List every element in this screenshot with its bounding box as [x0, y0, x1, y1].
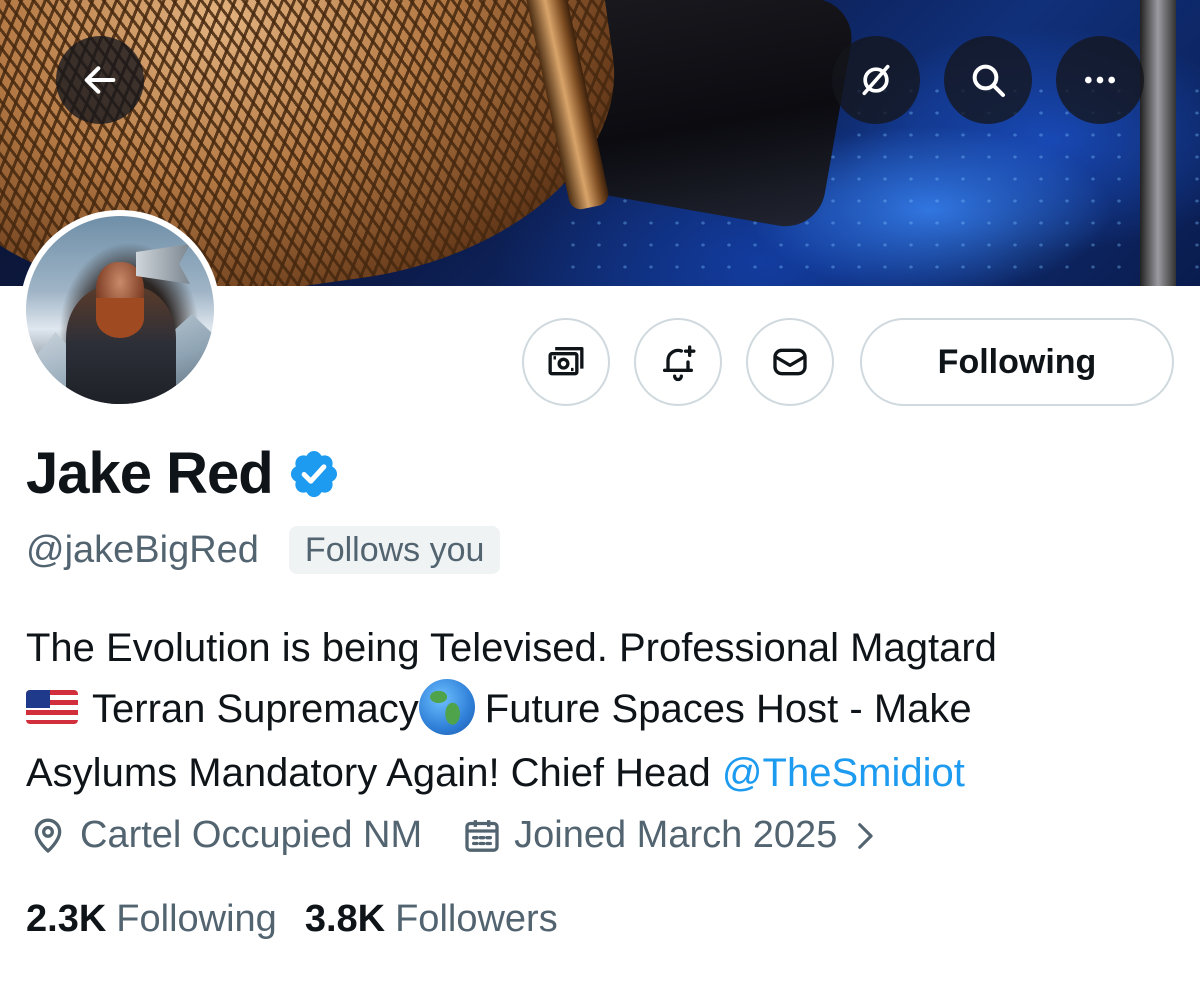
us-flag-emoji	[26, 690, 78, 725]
calendar-icon	[465, 819, 499, 852]
followers-label: Followers	[395, 898, 558, 940]
following-button[interactable]: Following	[860, 318, 1174, 406]
avatar-image	[26, 216, 214, 404]
verified-badge-icon[interactable]	[287, 447, 341, 501]
following-count: 2.3K	[26, 898, 107, 940]
bio-line-2-a: Terran Supremacy	[92, 687, 419, 731]
joined-item[interactable]: Joined March 2025	[462, 814, 881, 857]
followers-stat[interactable]: 3.8K Followers	[305, 898, 558, 941]
grok-button[interactable]	[832, 36, 920, 124]
search-button[interactable]	[944, 36, 1032, 124]
more-button[interactable]	[1056, 36, 1144, 124]
profile-bio: The Evolution is being Televised. Profes…	[26, 618, 1176, 804]
location-text: Cartel Occupied NM	[80, 814, 423, 856]
name-row: Jake Red	[26, 440, 341, 507]
globe-americas-emoji	[418, 679, 475, 736]
profile-avatar[interactable]	[20, 210, 220, 410]
bio-line-1: The Evolution is being Televised. Profes…	[26, 626, 997, 670]
arrow-left-icon	[84, 66, 116, 94]
joined-text: Joined March 2025	[514, 814, 838, 856]
followers-count: 3.8K	[304, 898, 386, 940]
bell-plus-icon	[663, 345, 696, 382]
money-icon	[548, 347, 584, 376]
follows-you-badge: Follows you	[288, 526, 501, 574]
following-button-label: Following	[937, 342, 1097, 381]
bio-line-2-b: Future Spaces Host - Make	[484, 687, 972, 731]
message-button[interactable]	[746, 318, 834, 406]
handle-row: @jakeBigRed Follows you	[26, 526, 501, 574]
search-icon	[972, 64, 1005, 97]
location-item: Cartel Occupied NM	[28, 814, 422, 857]
banner-stand	[1140, 0, 1176, 286]
following-stat[interactable]: 2.3K Following	[26, 898, 277, 941]
bio-line-2: Terran Supremacy Future Spaces Host - Mak…	[26, 679, 1176, 743]
bio-line-3-text: Asylums Mandatory Again! Chief Head	[26, 751, 722, 796]
bio-line-3: Asylums Mandatory Again! Chief Head @The…	[26, 743, 1176, 804]
user-handle: @jakeBigRed	[26, 528, 259, 571]
follow-stats: 2.3K Following 3.8K Followers	[26, 898, 586, 941]
subscribe-button[interactable]	[522, 318, 610, 406]
bio-mention-link[interactable]: @TheSmidiot	[722, 751, 965, 795]
back-button[interactable]	[56, 36, 144, 124]
following-label: Following	[116, 898, 277, 940]
location-pin-icon	[34, 818, 62, 853]
grok-icon	[862, 64, 890, 96]
profile-meta: Cartel Occupied NM Joined March 2025	[28, 814, 921, 857]
chevron-right-icon	[858, 822, 873, 849]
more-icon	[1085, 76, 1115, 84]
envelope-icon	[773, 348, 807, 376]
display-name: Jake Red	[26, 441, 274, 506]
notify-button[interactable]	[634, 318, 722, 406]
